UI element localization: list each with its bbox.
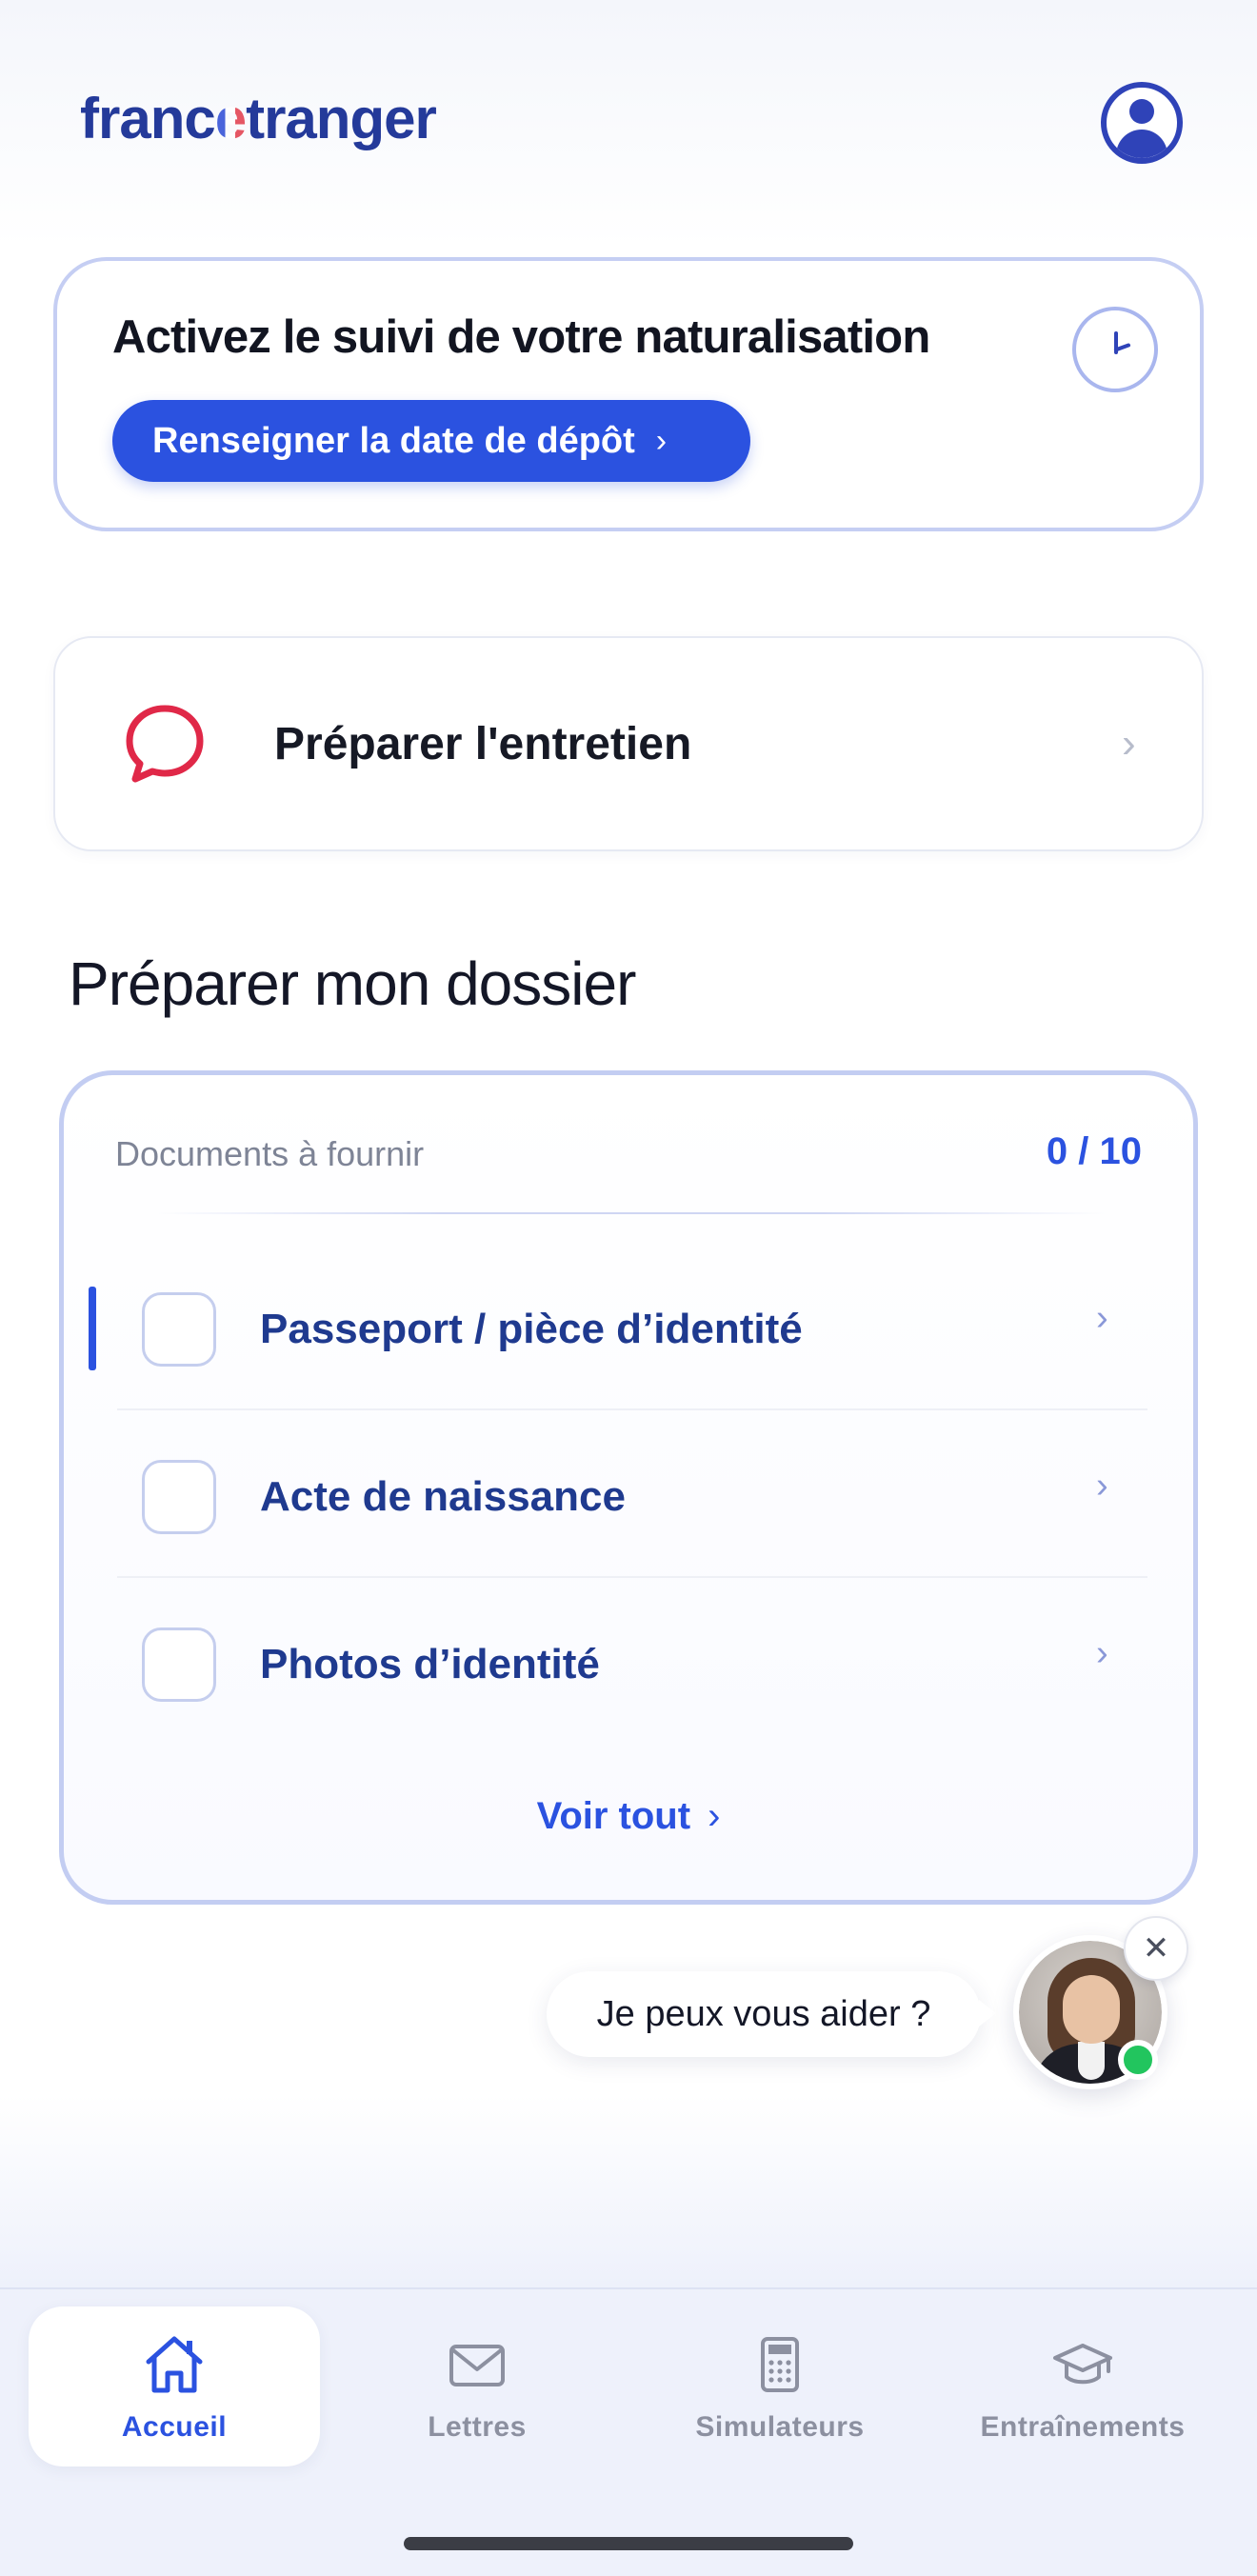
document-checkbox[interactable] xyxy=(142,1627,216,1702)
naturalisation-card-title: Activez le suivi de votre naturalisation xyxy=(112,311,930,363)
document-row-birth-certificate[interactable]: Acte de naissance › xyxy=(89,1412,1174,1578)
document-label: Acte de naissance xyxy=(260,1473,626,1520)
calculator-icon xyxy=(761,2337,799,2392)
app-header: franc e tranger xyxy=(0,0,1257,219)
chevron-right-icon: › xyxy=(1096,1466,1108,1506)
nav-label: Lettres xyxy=(428,2411,527,2443)
documents-count: 0 / 10 xyxy=(1046,1130,1142,1172)
prepare-interview-label: Préparer l'entretien xyxy=(274,719,692,769)
chevron-right-icon: › xyxy=(1096,1633,1108,1673)
nav-tab-accueil[interactable]: Accueil xyxy=(29,2306,320,2466)
profile-button[interactable] xyxy=(1101,82,1183,164)
home-screen: franc e tranger Activez le suivi de votre … xyxy=(0,0,1257,2576)
close-icon: ✕ xyxy=(1142,1930,1170,1967)
logo-text-part1: franc xyxy=(80,87,216,150)
chevron-right-icon: › xyxy=(1096,1298,1108,1338)
close-assistant-button[interactable]: ✕ xyxy=(1124,1916,1188,1981)
chat-bubble-icon xyxy=(126,705,204,783)
row-separator xyxy=(117,1576,1147,1578)
nav-tab-entrainements[interactable]: Entraînements xyxy=(937,2306,1228,2466)
document-row-id-photos[interactable]: Photos d’identité › xyxy=(89,1580,1174,1746)
documents-header-label: Documents à fournir xyxy=(115,1134,425,1173)
home-icon xyxy=(146,2336,203,2393)
online-status-indicator xyxy=(1118,2040,1158,2080)
document-label: Photos d’identité xyxy=(260,1641,600,1687)
app-logo[interactable]: franc e tranger xyxy=(80,86,437,151)
document-label: Passeport / pièce d’identité xyxy=(260,1306,803,1352)
bottom-navigation: Accueil Lettres Simulateurs Entraînement… xyxy=(0,2287,1257,2576)
documents-card: Documents à fournir 0 / 10 Passeport / p… xyxy=(59,1070,1198,1905)
section-title: Préparer mon dossier xyxy=(69,949,636,1018)
nav-label: Entraînements xyxy=(980,2411,1186,2443)
home-indicator[interactable] xyxy=(404,2537,853,2550)
logo-flag-e: e xyxy=(214,87,247,150)
see-all-label: Voir tout xyxy=(536,1795,691,1837)
document-checkbox[interactable] xyxy=(142,1460,216,1534)
user-icon-body xyxy=(1116,130,1167,158)
assistant-help-bubble[interactable]: Je peux vous aider ? xyxy=(547,1971,996,2057)
envelope-icon xyxy=(449,2345,505,2386)
nav-label: Accueil xyxy=(121,2411,228,2443)
prepare-interview-card[interactable]: Préparer l'entretien › xyxy=(53,636,1204,851)
user-icon xyxy=(1129,99,1154,124)
enter-filing-date-label: Renseigner la date de dépôt xyxy=(152,420,635,461)
avatar-face xyxy=(1063,1975,1120,2044)
row-separator xyxy=(117,1408,1147,1410)
document-checkbox[interactable] xyxy=(142,1292,216,1367)
avatar-shirt xyxy=(1078,2042,1105,2080)
chevron-right-icon: › xyxy=(708,1795,721,1837)
nav-tab-lettres[interactable]: Lettres xyxy=(331,2306,623,2466)
document-row-passport[interactable]: Passeport / pièce d’identité › xyxy=(89,1245,1174,1410)
active-row-accent xyxy=(89,1287,96,1370)
clock-icon xyxy=(1072,307,1158,392)
nav-label: Simulateurs xyxy=(695,2411,865,2443)
naturalisation-tracking-card: Activez le suivi de votre naturalisation… xyxy=(53,257,1204,531)
logo-text-part2: tranger xyxy=(246,87,437,150)
chevron-right-icon: › xyxy=(1122,720,1136,767)
divider xyxy=(155,1212,1107,1214)
see-all-link[interactable]: Voir tout › xyxy=(64,1795,1193,1838)
chevron-right-icon: › xyxy=(655,422,668,459)
nav-tab-simulateurs[interactable]: Simulateurs xyxy=(634,2306,926,2466)
enter-filing-date-button[interactable]: Renseigner la date de dépôt › xyxy=(112,400,750,482)
assistant-help-text: Je peux vous aider ? xyxy=(596,1993,931,2034)
graduation-cap-icon xyxy=(1053,2344,1112,2385)
